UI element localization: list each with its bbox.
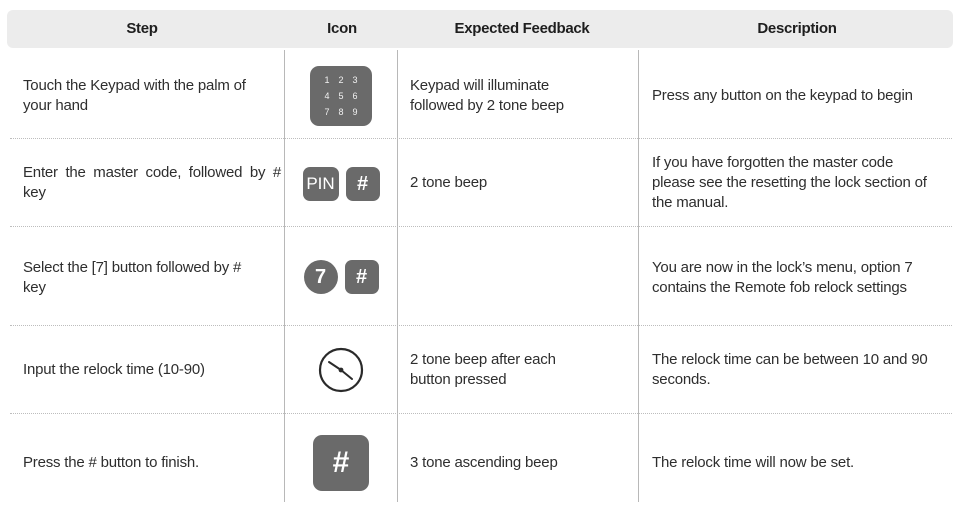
description-text: The relock time can be between 10 and 90… (652, 351, 928, 388)
table-header: Step Icon Expected Feedback Description (7, 10, 953, 48)
icon-cell: 7 # (287, 259, 395, 295)
description-text: The relock time will now be set. (652, 454, 855, 471)
icon-cell: # (287, 433, 395, 493)
row-divider (10, 138, 952, 139)
header-icon: Icon (327, 20, 357, 37)
step-text: Input the relock time (10-90) (23, 361, 205, 378)
description-text: If you have forgotten the master code pl… (652, 154, 927, 211)
icon-cell: 1 2 3 4 5 6 7 8 9 (287, 64, 395, 128)
hash-key-icon: # (313, 435, 369, 491)
description-text: Press any button on the keypad to begin (652, 87, 913, 104)
seven-key-icon: 7 (303, 260, 338, 294)
description-text: You are now in the lock’s menu, option 7… (652, 259, 913, 296)
feedback-text: 3 tone ascending beep (410, 454, 558, 471)
row-divider (10, 413, 952, 414)
hash-key-icon: # (345, 167, 380, 201)
feedback-text: 2 tone beep (410, 174, 488, 191)
header-expected-feedback: Expected Feedback (454, 20, 590, 37)
feedback-text (410, 248, 630, 308)
hash-key-icon: # (344, 260, 379, 294)
icon-cell (287, 344, 395, 396)
icon-cell: PIN # (287, 166, 395, 202)
row-divider (10, 226, 952, 227)
clock-icon (318, 347, 364, 393)
feedback-text: Keypad will illuminate followed by 2 ton… (410, 77, 564, 114)
header-step: Step (126, 20, 158, 37)
pin-icon: PIN (302, 167, 339, 201)
step-text: Enter the master code, followed by # key (23, 164, 281, 201)
feedback-text: 2 tone beep after each button pressed (410, 351, 556, 388)
step-text: Touch the Keypad with the palm of your h… (23, 77, 246, 114)
step-text: Select the [7] button followed by # key (23, 259, 242, 296)
column-divider (397, 50, 398, 502)
step-text: Press the # button to finish. (23, 454, 199, 471)
column-divider (284, 50, 285, 502)
column-divider (638, 50, 639, 502)
header-description: Description (757, 20, 837, 37)
row-divider (10, 325, 952, 326)
keypad-icon: 1 2 3 4 5 6 7 8 9 (310, 66, 372, 126)
